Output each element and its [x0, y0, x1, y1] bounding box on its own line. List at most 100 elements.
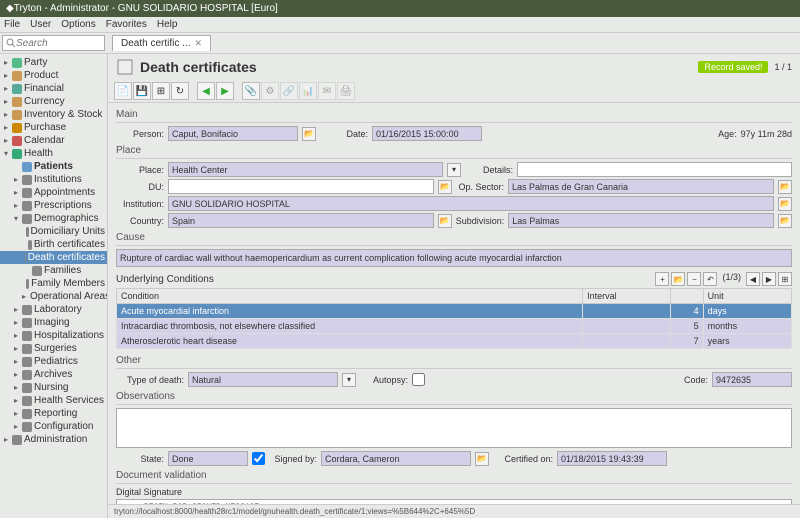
sidebar-item-operational-areas[interactable]: ▸Operational Areas [0, 290, 107, 303]
du-field[interactable] [168, 179, 434, 194]
expand-icon[interactable]: ▸ [12, 357, 20, 366]
expand-icon[interactable]: ▾ [2, 149, 10, 158]
delete-icon[interactable]: − [687, 272, 701, 286]
expand-icon[interactable]: ▸ [12, 201, 20, 210]
subdiv-field[interactable]: Las Palmas [508, 213, 774, 228]
cause-field[interactable]: Rupture of cardiac wall without haemoper… [116, 249, 792, 267]
date-field[interactable]: 01/16/2015 15:00:00 [372, 126, 482, 141]
expand-icon[interactable]: ▸ [2, 84, 10, 93]
menu-help[interactable]: Help [157, 19, 178, 30]
sidebar-item-laboratory[interactable]: ▸Laboratory [0, 303, 107, 316]
new-icon[interactable]: + [655, 272, 669, 286]
switch-icon[interactable]: ⊞ [778, 272, 792, 286]
save-button[interactable]: 💾 [133, 82, 151, 100]
menu-favorites[interactable]: Favorites [106, 19, 147, 30]
undo-icon[interactable]: ↶ [703, 272, 717, 286]
expand-icon[interactable]: ▸ [12, 344, 20, 353]
sidebar-item-families[interactable]: Families [0, 264, 107, 277]
expand-icon[interactable]: ▸ [12, 370, 20, 379]
open-icon[interactable]: 📂 [778, 180, 792, 194]
col-header[interactable]: Condition [117, 289, 583, 304]
table-row[interactable]: Intracardiac thrombosis, not elsewhere c… [117, 319, 792, 334]
expand-icon[interactable]: ▸ [12, 422, 20, 431]
details-field[interactable] [517, 162, 792, 177]
open-icon[interactable]: 📂 [438, 180, 452, 194]
sidebar-item-administration[interactable]: ▸Administration [0, 433, 107, 446]
dropdown-icon[interactable]: ▾ [342, 373, 356, 387]
col-header[interactable]: Unit [703, 289, 791, 304]
expand-icon[interactable]: ▸ [2, 136, 10, 145]
expand-icon[interactable]: ▾ [12, 214, 20, 223]
sidebar-item-birth-certificates[interactable]: Birth certificates [0, 238, 107, 251]
sidebar-item-configuration[interactable]: ▸Configuration [0, 420, 107, 433]
expand-icon[interactable]: ▸ [12, 188, 20, 197]
switch-view-button[interactable]: ⊞ [152, 82, 170, 100]
observations-field[interactable] [116, 408, 792, 448]
open-icon[interactable]: 📂 [671, 272, 685, 286]
dropdown-icon[interactable]: ▾ [447, 163, 461, 177]
open-icon[interactable]: 📂 [302, 127, 316, 141]
report-button[interactable]: 📊 [299, 82, 317, 100]
sidebar-item-imaging[interactable]: ▸Imaging [0, 316, 107, 329]
sidebar-item-nursing[interactable]: ▸Nursing [0, 381, 107, 394]
sidebar-item-currency[interactable]: ▸Currency [0, 95, 107, 108]
expand-icon[interactable]: ▸ [12, 396, 20, 405]
open-icon[interactable]: 📂 [438, 214, 452, 228]
sidebar-item-financial[interactable]: ▸Financial [0, 82, 107, 95]
col-header[interactable] [671, 289, 703, 304]
search-box[interactable] [2, 35, 105, 51]
sidebar-item-surgeries[interactable]: ▸Surgeries [0, 342, 107, 355]
table-row[interactable]: Acute myocardial infarction4days [117, 304, 792, 319]
opsector-field[interactable]: Las Palmas de Gran Canaria [508, 179, 774, 194]
sidebar-item-prescriptions[interactable]: ▸Prescriptions [0, 199, 107, 212]
autopsy-checkbox[interactable] [412, 373, 425, 386]
inst-field[interactable]: GNU SOLIDARIO HOSPITAL [168, 196, 774, 211]
expand-icon[interactable]: ▸ [2, 71, 10, 80]
reload-button[interactable]: ↻ [171, 82, 189, 100]
expand-icon[interactable]: ▸ [12, 305, 20, 314]
new-button[interactable]: 📄 [114, 82, 132, 100]
relate-button[interactable]: 🔗 [280, 82, 298, 100]
place-field[interactable]: Health Center [168, 162, 443, 177]
sidebar-item-hospitalizations[interactable]: ▸Hospitalizations [0, 329, 107, 342]
next-button[interactable]: ▶ [216, 82, 234, 100]
sidebar-item-purchase[interactable]: ▸Purchase [0, 121, 107, 134]
country-field[interactable]: Spain [168, 213, 434, 228]
close-icon[interactable]: ✕ [194, 38, 202, 49]
code-field[interactable]: 9472635 [712, 372, 792, 387]
print-button[interactable]: 🖨 [337, 82, 355, 100]
sidebar-item-party[interactable]: ▸Party [0, 56, 107, 69]
sidebar-item-appointments[interactable]: ▸Appointments [0, 186, 107, 199]
expand-icon[interactable]: ▸ [12, 331, 20, 340]
person-field[interactable]: Caput, Bonifacio [168, 126, 298, 141]
menu-user[interactable]: User [30, 19, 51, 30]
sidebar-item-family-members[interactable]: Family Members [0, 277, 107, 290]
email-button[interactable]: ✉ [318, 82, 336, 100]
expand-icon[interactable]: ▸ [2, 58, 10, 67]
expand-icon[interactable]: ▸ [12, 409, 20, 418]
sidebar-item-archives[interactable]: ▸Archives [0, 368, 107, 381]
signed-checkbox[interactable] [252, 452, 265, 465]
expand-icon[interactable]: ▸ [12, 175, 20, 184]
open-icon[interactable]: 📂 [778, 214, 792, 228]
sidebar-item-patients[interactable]: Patients [0, 160, 107, 173]
expand-icon[interactable]: ▸ [2, 123, 10, 132]
attach-button[interactable]: 📎 [242, 82, 260, 100]
menu-file[interactable]: File [4, 19, 20, 30]
prev-icon[interactable]: ◀ [746, 272, 760, 286]
table-row[interactable]: Atherosclerotic heart disease7years [117, 334, 792, 349]
sidebar-item-health-services[interactable]: ▸Health Services [0, 394, 107, 407]
tab-death-cert[interactable]: Death certific ... ✕ [112, 35, 211, 51]
tod-field[interactable]: Natural [188, 372, 338, 387]
sidebar-item-institutions[interactable]: ▸Institutions [0, 173, 107, 186]
open-icon[interactable]: 📂 [778, 197, 792, 211]
sidebar-item-health[interactable]: ▾Health [0, 147, 107, 160]
expand-icon[interactable]: ▸ [22, 292, 26, 301]
expand-icon[interactable]: ▸ [12, 383, 20, 392]
search-input[interactable] [16, 38, 101, 49]
sidebar-item-pediatrics[interactable]: ▸Pediatrics [0, 355, 107, 368]
sidebar-item-death-certificates[interactable]: Death certificates [0, 251, 107, 264]
signed-field[interactable]: Cordara, Cameron [321, 451, 471, 466]
sidebar-item-inventory-stock[interactable]: ▸Inventory & Stock [0, 108, 107, 121]
col-header[interactable]: Interval [583, 289, 671, 304]
